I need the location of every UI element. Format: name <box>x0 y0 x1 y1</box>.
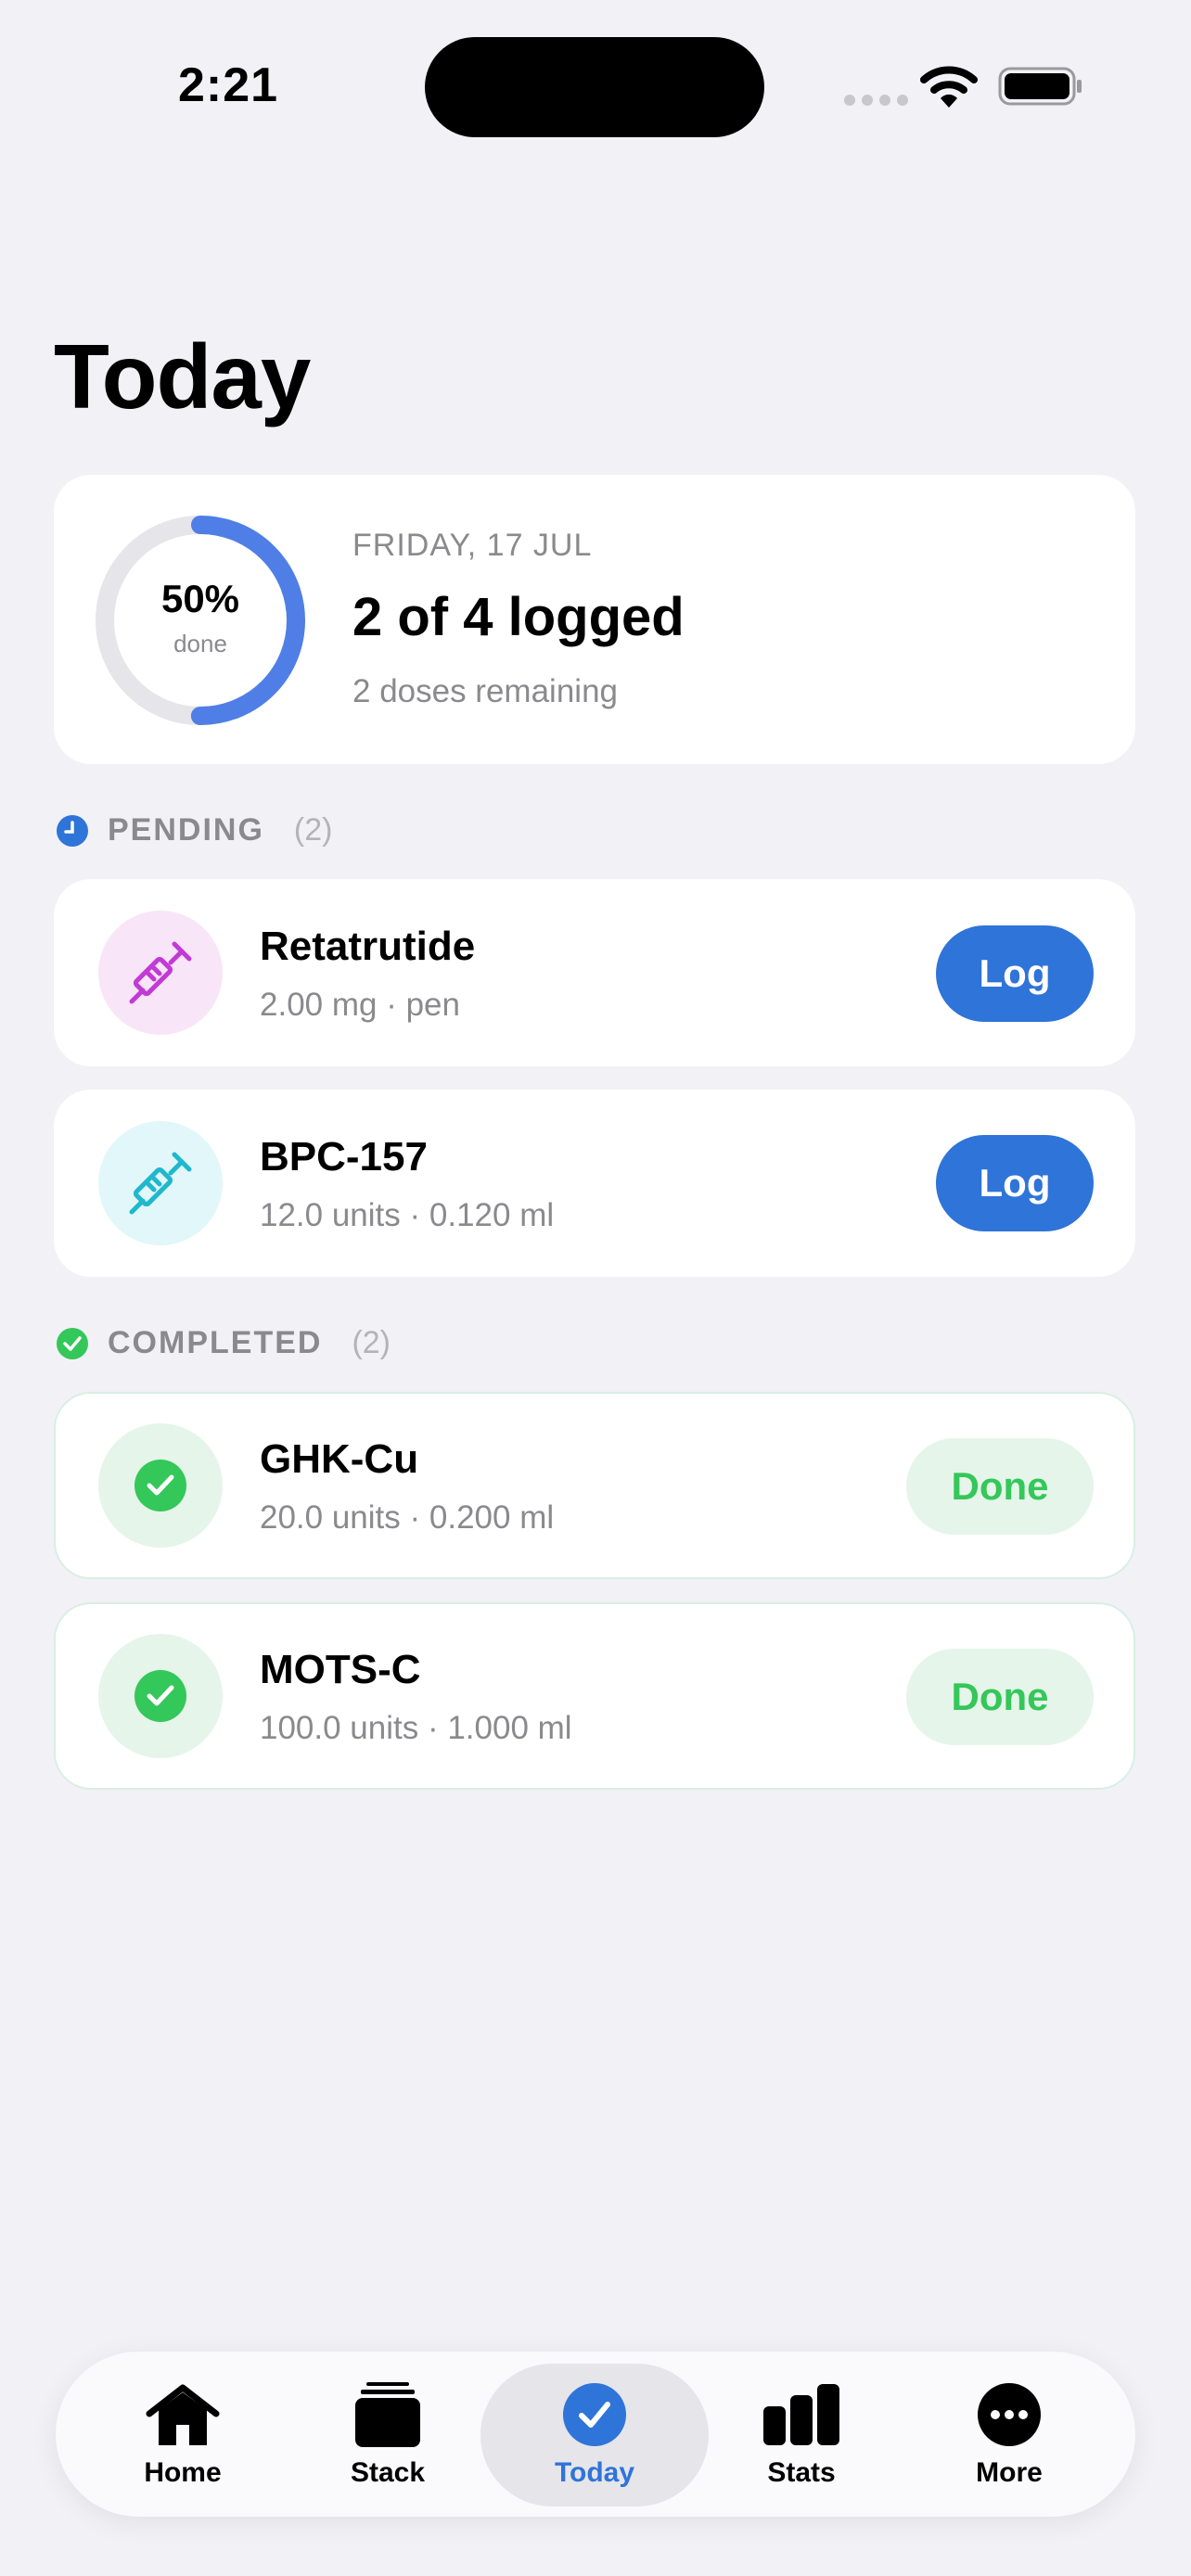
bar-chart-icon <box>709 2379 894 2450</box>
wifi-icon <box>920 66 978 108</box>
done-badge: Done <box>906 1649 1094 1745</box>
checkmark-circle-icon <box>502 2379 687 2450</box>
dose-name: BPC-157 <box>260 1134 428 1180</box>
tab-stats[interactable]: Stats <box>709 2379 894 2489</box>
check-circle-icon <box>98 1634 223 1758</box>
dose-detail: 20.0 units · 0.200 ml <box>260 1499 555 1536</box>
status-time: 2:21 <box>178 58 279 112</box>
page-title: Today <box>54 325 311 427</box>
check-circle-icon <box>57 1327 88 1359</box>
syringe-icon <box>98 1121 223 1245</box>
house-icon <box>90 2379 275 2450</box>
summary-logged: 2 of 4 logged <box>352 587 685 647</box>
pending-section-header: PENDING (2) <box>56 812 332 848</box>
clock-icon <box>57 814 88 847</box>
battery-icon <box>998 67 1082 106</box>
dose-detail: 100.0 units · 1.000 ml <box>260 1710 572 1746</box>
tab-stack[interactable]: Stack <box>295 2379 480 2489</box>
progress-percent: 50% <box>160 577 240 620</box>
completed-title: COMPLETED <box>108 1325 323 1360</box>
dose-name: MOTS-C <box>260 1647 421 1692</box>
tab-today[interactable]: Today <box>502 2379 687 2489</box>
pending-count: (2) <box>293 812 333 848</box>
log-button[interactable]: Log <box>936 925 1094 1022</box>
pending-title: PENDING <box>108 812 264 848</box>
check-circle-icon <box>98 1423 223 1548</box>
tab-label: Stack <box>350 2457 426 2488</box>
tab-label: Home <box>144 2457 222 2488</box>
tab-home[interactable]: Home <box>90 2379 275 2489</box>
done-badge: Done <box>906 1438 1094 1535</box>
dose-name: GHK-Cu <box>260 1436 419 1482</box>
dynamic-island <box>425 37 764 137</box>
dose-detail: 2.00 mg · pen <box>260 987 460 1023</box>
summary-remaining: 2 doses remaining <box>352 673 618 709</box>
tab-label: More <box>976 2457 1043 2488</box>
stack-icon <box>295 2379 480 2450</box>
tab-label: Today <box>554 2457 635 2488</box>
dose-name: Retatrutide <box>260 924 476 969</box>
completed-section-header: COMPLETED (2) <box>56 1325 391 1361</box>
syringe-icon <box>98 911 223 1035</box>
cellular-signal-icon <box>844 95 908 106</box>
completed-count: (2) <box>352 1325 391 1360</box>
tab-more[interactable]: More <box>916 2379 1102 2489</box>
ellipsis-circle-icon <box>916 2379 1102 2450</box>
summary-date: FRIDAY, 17 JUL <box>352 528 593 563</box>
progress-sub-label: done <box>173 630 227 657</box>
tab-label: Stats <box>767 2457 836 2488</box>
log-button[interactable]: Log <box>936 1135 1094 1231</box>
dose-detail: 12.0 units · 0.120 ml <box>260 1197 555 1233</box>
